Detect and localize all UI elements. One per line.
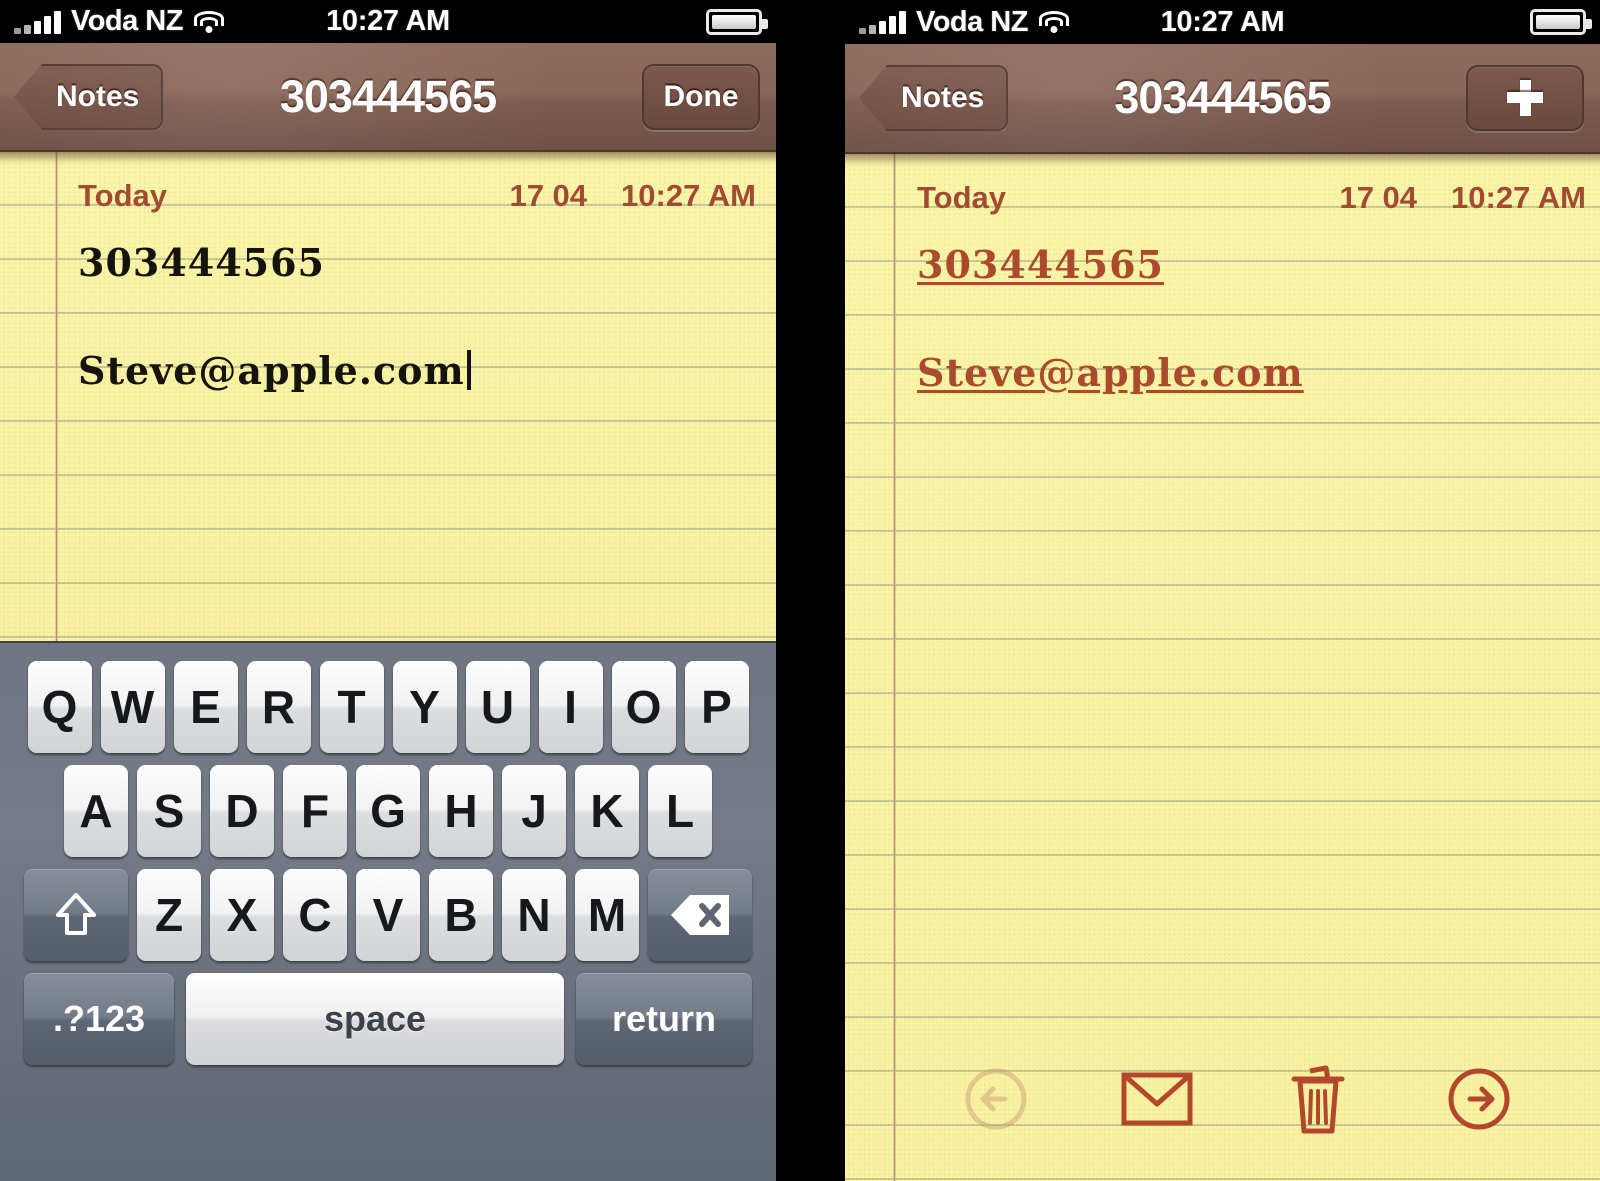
key-X[interactable]: X xyxy=(210,869,274,962)
previous-note-button[interactable] xyxy=(953,1056,1039,1142)
key-P[interactable]: P xyxy=(684,661,749,754)
return-key[interactable]: return xyxy=(576,973,752,1066)
note-link-email[interactable]: Steve@apple.com xyxy=(917,346,1304,400)
key-I[interactable]: I xyxy=(538,661,603,754)
backspace-key[interactable] xyxy=(648,869,752,962)
status-bar-left: Voda NZ 10:27 AM xyxy=(0,0,776,44)
key-U[interactable]: U xyxy=(465,661,530,754)
note-line-phone-wrap: 303444565 xyxy=(917,238,1600,292)
note-day-label: Today xyxy=(78,178,167,214)
key-H[interactable]: H xyxy=(429,765,493,858)
key-L[interactable]: L xyxy=(648,765,712,858)
note-text-left[interactable]: 303444565 Steve@apple.com xyxy=(0,214,776,398)
key-N[interactable]: N xyxy=(502,869,566,962)
key-Y[interactable]: Y xyxy=(392,661,457,754)
battery-icon xyxy=(706,8,768,35)
key-D[interactable]: D xyxy=(210,765,274,858)
note-line-email-wrap: Steve@apple.com xyxy=(78,344,776,398)
keyboard-row-1: Q W E R T Y U I O P xyxy=(0,661,776,754)
mail-note-button[interactable] xyxy=(1114,1056,1200,1142)
phone-screen-editing: Voda NZ 10:27 AM Notes 303444565 Done To… xyxy=(0,0,776,1181)
note-blank-line xyxy=(78,290,776,344)
key-C[interactable]: C xyxy=(283,869,347,962)
note-meta-right: Today 17 04 10:27 AM xyxy=(845,154,1600,216)
note-link-phone[interactable]: 303444565 xyxy=(917,238,1164,292)
numbers-key[interactable]: .?123 xyxy=(24,973,174,1066)
key-R[interactable]: R xyxy=(246,661,311,754)
key-Z[interactable]: Z xyxy=(137,869,201,962)
trash-icon xyxy=(1288,1063,1348,1135)
key-W[interactable]: W xyxy=(100,661,165,754)
key-O[interactable]: O xyxy=(611,661,676,754)
key-V[interactable]: V xyxy=(356,869,420,962)
key-K[interactable]: K xyxy=(575,765,639,858)
note-day-label: Today xyxy=(917,180,1006,215)
note-date: 17 04 xyxy=(509,178,588,214)
note-time: 10:27 AM xyxy=(1451,180,1586,215)
keyboard-row-2: A S D F G H J K L xyxy=(0,765,776,858)
key-T[interactable]: T xyxy=(319,661,384,754)
note-line-email-wrap: Steve@apple.com xyxy=(917,346,1600,400)
note-title-left: 303444565 xyxy=(279,70,497,122)
note-paper-left[interactable]: Today 17 04 10:27 AM 303444565 Steve@app… xyxy=(0,152,776,642)
note-date: 17 04 xyxy=(1339,180,1418,215)
arrow-right-circle-icon xyxy=(1446,1066,1512,1132)
key-G[interactable]: G xyxy=(356,765,420,858)
plus-icon xyxy=(1505,78,1545,118)
note-blank-line xyxy=(917,292,1600,346)
key-J[interactable]: J xyxy=(502,765,566,858)
note-meta-left: Today 17 04 10:27 AM xyxy=(0,152,776,214)
phone-screen-viewing: Voda NZ 10:27 AM Notes 303444565 Today 1… xyxy=(845,0,1600,1181)
status-clock: 10:27 AM xyxy=(1160,5,1285,38)
status-clock: 10:27 AM xyxy=(326,5,450,38)
keyboard-row-3: Z X C V B N M xyxy=(0,869,776,962)
note-title-right: 303444565 xyxy=(1114,72,1331,123)
note-toolbar xyxy=(845,1039,1600,1159)
onscreen-keyboard[interactable]: Q W E R T Y U I O P A S D F G H J K L Z … xyxy=(0,641,776,1181)
key-S[interactable]: S xyxy=(137,765,201,858)
text-caret xyxy=(466,350,471,391)
arrow-left-circle-icon xyxy=(963,1066,1029,1132)
shift-key[interactable] xyxy=(24,869,128,962)
shift-arrow-icon xyxy=(54,891,98,939)
status-bar-right: Voda NZ 10:27 AM xyxy=(845,0,1600,44)
battery-icon xyxy=(1530,9,1592,35)
keyboard-row-4: .?123 space return xyxy=(0,973,776,1066)
key-B[interactable]: B xyxy=(429,869,493,962)
note-text-right: 303444565 Steve@apple.com xyxy=(845,216,1600,400)
space-key[interactable]: space xyxy=(186,973,564,1066)
key-F[interactable]: F xyxy=(283,765,347,858)
envelope-icon xyxy=(1120,1070,1194,1128)
backspace-delete-icon xyxy=(668,892,732,938)
key-E[interactable]: E xyxy=(173,661,238,754)
note-paper-right[interactable]: Today 17 04 10:27 AM 303444565 Steve@app… xyxy=(845,154,1600,1181)
key-M[interactable]: M xyxy=(575,869,639,962)
note-line-phone: 303444565 xyxy=(78,240,325,286)
delete-note-button[interactable] xyxy=(1275,1056,1361,1142)
note-time: 10:27 AM xyxy=(621,178,756,214)
next-note-button[interactable] xyxy=(1436,1056,1522,1142)
key-A[interactable]: A xyxy=(64,765,128,858)
screenshot-root: Voda NZ 10:27 AM Notes 303444565 Done To… xyxy=(0,0,1600,1181)
nav-bar-right: Notes 303444565 xyxy=(845,44,1600,154)
key-Q[interactable]: Q xyxy=(27,661,92,754)
nav-bar-left: Notes 303444565 Done xyxy=(0,43,776,153)
note-line-email: Steve@apple.com xyxy=(78,348,465,394)
